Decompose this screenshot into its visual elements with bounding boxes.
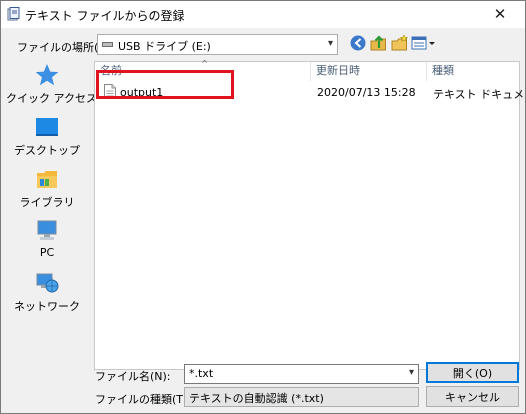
library-icon xyxy=(37,171,57,188)
place-label: デスクトップ xyxy=(14,144,80,157)
place-label: クイック アクセス xyxy=(6,92,97,105)
open-button[interactable]: 開く(O) xyxy=(426,362,519,383)
file-name-value: *.txt xyxy=(189,367,214,380)
file-modified: 2020/07/13 15:28 xyxy=(317,86,416,99)
desktop-icon xyxy=(36,118,58,136)
chevron-down-icon[interactable]: ▾ xyxy=(409,367,414,378)
file-name-label: ファイル名(N): xyxy=(95,370,171,383)
close-icon: ✕ xyxy=(493,5,507,23)
pc-icon xyxy=(37,220,57,240)
usb-drive-icon xyxy=(102,42,113,47)
place-label: ネットワーク xyxy=(14,300,80,313)
dialog-body: ファイルの場所(I): USB ドライブ (E:) ▾ クイック アクセス デス… xyxy=(1,28,526,413)
look-in-value: USB ドライブ (E:) xyxy=(118,40,211,53)
dialog-app-icon xyxy=(7,7,20,21)
title-bar: テキスト ファイルからの登録 ✕ xyxy=(1,1,525,28)
file-type-label: ファイルの種類(T): xyxy=(95,393,192,406)
back-icon[interactable] xyxy=(348,33,368,53)
place-label: ライブラリ xyxy=(19,196,75,209)
window-title: テキスト ファイルからの登録 xyxy=(25,9,185,23)
place-desktop[interactable]: デスクトップ xyxy=(6,115,88,165)
place-quick-access[interactable]: クイック アクセス xyxy=(6,63,97,113)
file-type: テキスト ドキュメント xyxy=(433,88,526,101)
column-header-modified[interactable]: 更新日時 xyxy=(311,62,427,81)
column-header-type[interactable]: 種類 xyxy=(427,62,519,81)
close-button[interactable]: ✕ xyxy=(479,3,521,25)
places-bar: クイック アクセス デスクトップ ライブラリ PC ネットワーク xyxy=(6,63,97,363)
file-dialog-window: テキスト ファイルからの登録 ✕ ファイルの場所(I): USB ドライブ (E… xyxy=(0,0,526,414)
place-libraries[interactable]: ライブラリ xyxy=(6,167,88,217)
cancel-button[interactable]: キャンセル xyxy=(426,386,519,407)
view-menu-icon[interactable] xyxy=(410,33,438,53)
annotation-highlight-box xyxy=(96,70,234,99)
file-name-input[interactable]: *.txt ▾ xyxy=(184,364,419,384)
look-in-combobox[interactable]: USB ドライブ (E:) ▾ xyxy=(97,34,338,55)
place-network[interactable]: ネットワーク xyxy=(6,271,88,321)
place-pc[interactable]: PC xyxy=(6,219,88,269)
file-list-view[interactable]: ⌃ 名前 更新日時 種類 output1 2020/07/13 15:28 テキ… xyxy=(94,58,526,370)
file-type-value: テキストの自動認識 (*.txt) xyxy=(189,392,324,405)
star-icon xyxy=(35,64,59,86)
place-label: PC xyxy=(39,246,55,259)
look-in-label: ファイルの場所(I): xyxy=(17,41,110,54)
new-folder-icon[interactable] xyxy=(390,33,410,53)
chevron-down-icon[interactable]: ▾ xyxy=(328,38,333,49)
file-type-select[interactable]: テキストの自動認識 (*.txt) xyxy=(184,387,419,407)
up-folder-icon[interactable] xyxy=(369,33,389,53)
network-icon xyxy=(36,273,59,293)
